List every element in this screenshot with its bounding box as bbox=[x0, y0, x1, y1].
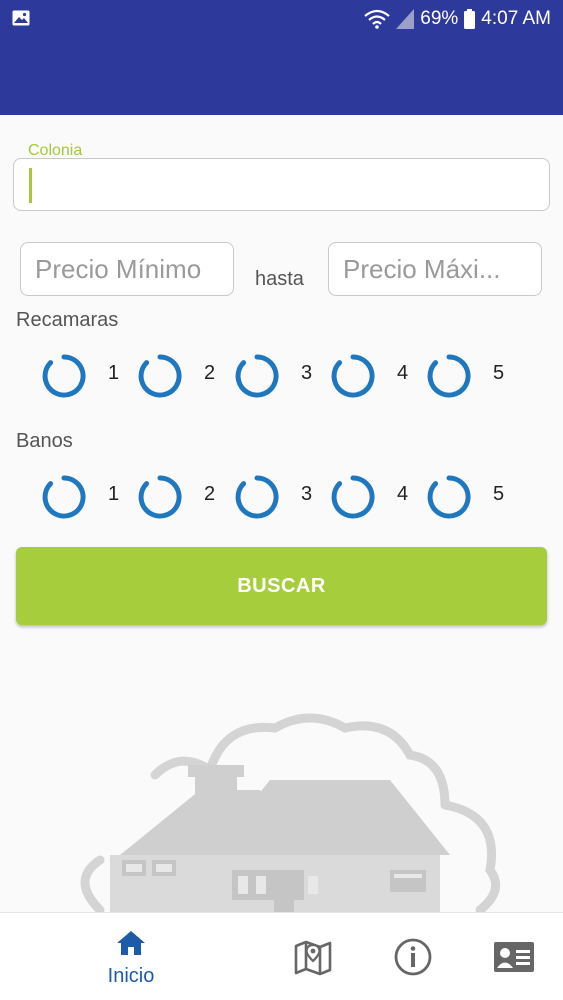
text-caret bbox=[29, 168, 32, 203]
radio-ring-icon bbox=[331, 475, 375, 519]
radio-label: 1 bbox=[108, 362, 120, 384]
radio-label: 2 bbox=[204, 362, 216, 384]
nav-item-info[interactable] bbox=[392, 913, 434, 1000]
recamaras-option[interactable]: 2 bbox=[136, 350, 236, 402]
nav-item-contact[interactable] bbox=[492, 913, 536, 1000]
banos-option[interactable]: 5 bbox=[425, 471, 525, 523]
clock: 4:07 AM bbox=[481, 8, 551, 29]
battery-icon bbox=[464, 9, 476, 29]
image-icon bbox=[12, 10, 30, 26]
radio-label: 1 bbox=[108, 483, 120, 505]
radio-ring-icon bbox=[138, 475, 182, 519]
battery-percent: 69% bbox=[420, 8, 459, 29]
banos-option[interactable]: 3 bbox=[233, 471, 333, 523]
status-bar: 69% 4:07 AM bbox=[0, 0, 563, 40]
colonia-input[interactable] bbox=[13, 158, 550, 211]
recamaras-option[interactable]: 5 bbox=[425, 350, 525, 402]
banos-radio-group: 1 2 3 4 5 bbox=[40, 471, 520, 523]
radio-label: 4 bbox=[397, 362, 409, 384]
colonia-label: Colonia bbox=[28, 142, 83, 159]
radio-ring-icon bbox=[427, 475, 471, 519]
signal-icon bbox=[396, 9, 415, 29]
recamaras-option[interactable]: 3 bbox=[233, 350, 333, 402]
contact-card-icon bbox=[494, 942, 534, 972]
app-bar bbox=[0, 40, 563, 115]
radio-ring-icon bbox=[235, 475, 279, 519]
wifi-icon bbox=[364, 9, 390, 29]
radio-label: 2 bbox=[204, 483, 216, 505]
radio-ring-icon bbox=[42, 475, 86, 519]
recamaras-option[interactable]: 1 bbox=[40, 350, 140, 402]
home-icon bbox=[117, 931, 145, 955]
radio-ring-icon bbox=[331, 354, 375, 398]
banos-option[interactable]: 1 bbox=[40, 471, 140, 523]
map-icon bbox=[294, 940, 332, 976]
bottom-navigation: Inicio bbox=[0, 912, 563, 1000]
recamaras-label: Recamaras bbox=[16, 309, 119, 331]
info-icon bbox=[394, 938, 432, 976]
radio-ring-icon bbox=[138, 354, 182, 398]
banos-option[interactable]: 4 bbox=[329, 471, 429, 523]
nav-item-inicio[interactable]: Inicio bbox=[95, 913, 167, 1000]
banos-option[interactable]: 2 bbox=[136, 471, 236, 523]
nav-item-map[interactable] bbox=[292, 913, 334, 1000]
radio-ring-icon bbox=[235, 354, 279, 398]
radio-label: 5 bbox=[493, 483, 505, 505]
radio-label: 5 bbox=[493, 362, 505, 384]
recamaras-radio-group: 1 2 3 4 5 bbox=[40, 350, 520, 402]
radio-ring-icon bbox=[427, 354, 471, 398]
nav-item-label: Inicio bbox=[107, 965, 155, 987]
radio-ring-icon bbox=[42, 354, 86, 398]
buscar-button[interactable]: BUSCAR bbox=[16, 547, 547, 625]
recamaras-option[interactable]: 4 bbox=[329, 350, 429, 402]
radio-label: 3 bbox=[301, 362, 313, 384]
radio-label: 4 bbox=[397, 483, 409, 505]
precio-minimo-input[interactable]: Precio Mínimo bbox=[20, 242, 234, 296]
house-illustration bbox=[80, 713, 501, 920]
banos-label: Banos bbox=[16, 430, 73, 452]
precio-maximo-input[interactable]: Precio Máxi... bbox=[328, 242, 542, 296]
hasta-label: hasta bbox=[255, 268, 304, 290]
radio-label: 3 bbox=[301, 483, 313, 505]
